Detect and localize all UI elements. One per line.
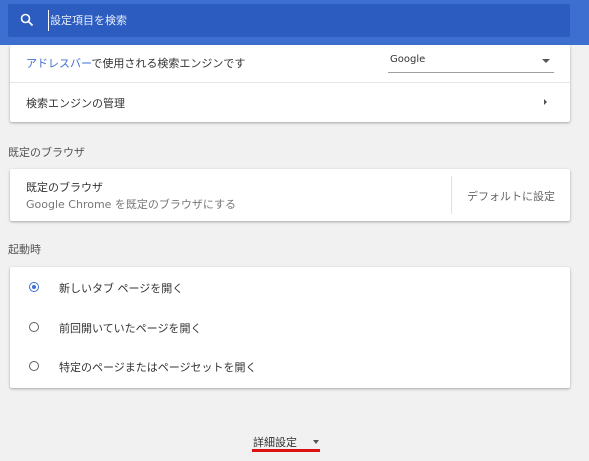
chevron-right-icon xyxy=(544,99,547,105)
top-bar xyxy=(0,0,589,45)
search-engine-select[interactable]: Google xyxy=(388,49,554,73)
startup-option-continue[interactable]: 前回開いていたページを開く xyxy=(10,307,570,347)
dropdown-caret-icon xyxy=(542,59,550,63)
make-default-button[interactable]: デフォルトに設定 xyxy=(467,188,555,204)
expand-more-icon xyxy=(313,440,319,444)
search-engine-row: アドレスバーで使用される検索エンジンです Google xyxy=(10,45,570,81)
search-engine-label-rest: で使用される検索エンジンです xyxy=(91,57,246,70)
search-engine-label: アドレスバーで使用される検索エンジンです xyxy=(26,55,245,71)
highlight-underline xyxy=(252,449,320,452)
startup-option-label: 新しいタブ ページを開く xyxy=(59,282,184,295)
startup-option-label: 特定のページまたはページセットを開く xyxy=(59,361,257,374)
section-title-default-browser: 既定のブラウザ xyxy=(8,146,85,159)
radio-unselected-icon[interactable] xyxy=(29,361,39,371)
startup-option-specific-pages[interactable]: 特定のページまたはページセットを開く xyxy=(10,347,570,387)
manage-search-engines-label: 検索エンジンの管理 xyxy=(26,97,125,110)
advanced-settings-label: 詳細設定 xyxy=(253,436,297,449)
search-engine-card: アドレスバーで使用される検索エンジンです Google 検索エンジンの管理 xyxy=(10,45,570,122)
manage-search-engines-row[interactable]: 検索エンジンの管理 xyxy=(10,83,570,122)
radio-unselected-icon[interactable] xyxy=(29,322,39,332)
search-box[interactable] xyxy=(8,4,570,37)
advanced-settings-button[interactable]: 詳細設定 xyxy=(252,433,322,455)
section-title-startup: 起動時 xyxy=(8,243,41,256)
startup-card: 新しいタブ ページを開く 前回開いていたページを開く 特定のページまたはページセ… xyxy=(10,267,570,388)
address-bar-link[interactable]: アドレスバー xyxy=(26,57,91,70)
search-engine-selected: Google xyxy=(390,54,426,65)
radio-selected-icon[interactable] xyxy=(29,282,39,292)
default-browser-card: 既定のブラウザ Google Chrome を既定のブラウザにする デフォルトに… xyxy=(10,169,570,221)
search-input[interactable] xyxy=(48,10,550,31)
search-icon xyxy=(20,13,34,27)
startup-option-new-tab[interactable]: 新しいタブ ページを開く xyxy=(10,267,570,307)
startup-option-label: 前回開いていたページを開く xyxy=(59,322,202,335)
vertical-separator xyxy=(451,176,452,214)
default-browser-title: 既定のブラウザ xyxy=(26,181,103,194)
default-browser-subtitle: Google Chrome を既定のブラウザにする xyxy=(26,198,237,211)
